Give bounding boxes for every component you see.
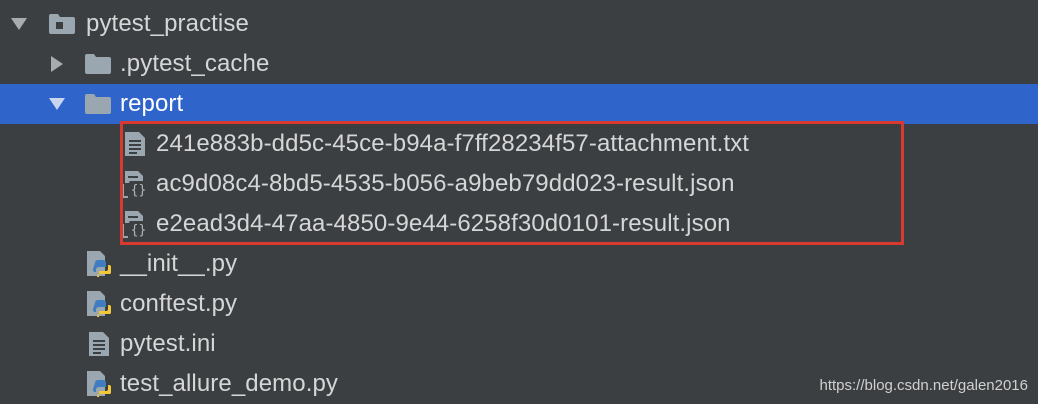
tree-row-report[interactable]: report xyxy=(0,84,1038,124)
tree-label: .pytest_cache xyxy=(120,50,270,77)
watermark: https://blog.csdn.net/galen2016 xyxy=(819,377,1029,394)
tree-label: __init__.py xyxy=(120,250,238,277)
text-file-icon xyxy=(88,324,110,364)
expand-arrow-right-icon[interactable] xyxy=(46,44,68,84)
tree-label: pytest_practise xyxy=(86,10,249,37)
tree-label: ac9d08c4-8bd5-4535-b056-a9beb79dd023-res… xyxy=(156,170,735,197)
tree-label: pytest.ini xyxy=(120,330,216,357)
tree-row-init-py[interactable]: __init__.py xyxy=(0,244,1038,284)
json-file-icon: {} xyxy=(122,164,150,204)
tree-row-result-json-2[interactable]: {} e2ead3d4-47aa-4850-9e44-6258f30d0101-… xyxy=(0,204,1038,244)
tree-label: conftest.py xyxy=(120,290,238,317)
folder-icon xyxy=(84,84,112,124)
svg-text:{}: {} xyxy=(131,223,147,238)
module-folder-icon xyxy=(48,4,76,44)
svg-text:{}: {} xyxy=(131,183,147,198)
tree-row-pytest-cache[interactable]: .pytest_cache xyxy=(0,44,1038,84)
python-file-icon xyxy=(86,244,112,284)
tree-label: e2ead3d4-47aa-4850-9e44-6258f30d0101-res… xyxy=(156,210,731,237)
tree-row-root[interactable]: pytest_practise xyxy=(0,4,1038,44)
tree-label: 241e883b-dd5c-45ce-b94a-f7ff28234f57-att… xyxy=(156,130,750,157)
tree-row-attachment-file[interactable]: 241e883b-dd5c-45ce-b94a-f7ff28234f57-att… xyxy=(0,124,1038,164)
expand-arrow-down-icon[interactable] xyxy=(8,4,30,44)
project-tree: pytest_practise .pytest_cache report 241… xyxy=(0,4,1038,404)
tree-row-result-json-1[interactable]: {} ac9d08c4-8bd5-4535-b056-a9beb79dd023-… xyxy=(0,164,1038,204)
json-file-icon: {} xyxy=(122,204,150,244)
tree-label: test_allure_demo.py xyxy=(120,370,339,397)
python-file-icon xyxy=(86,364,112,404)
tree-row-conftest-py[interactable]: conftest.py xyxy=(0,284,1038,324)
expand-arrow-down-icon[interactable] xyxy=(46,84,68,124)
python-file-icon xyxy=(86,284,112,324)
tree-row-pytest-ini[interactable]: pytest.ini xyxy=(0,324,1038,364)
tree-label: report xyxy=(120,90,184,117)
folder-icon xyxy=(84,44,112,84)
text-file-icon xyxy=(124,124,146,164)
